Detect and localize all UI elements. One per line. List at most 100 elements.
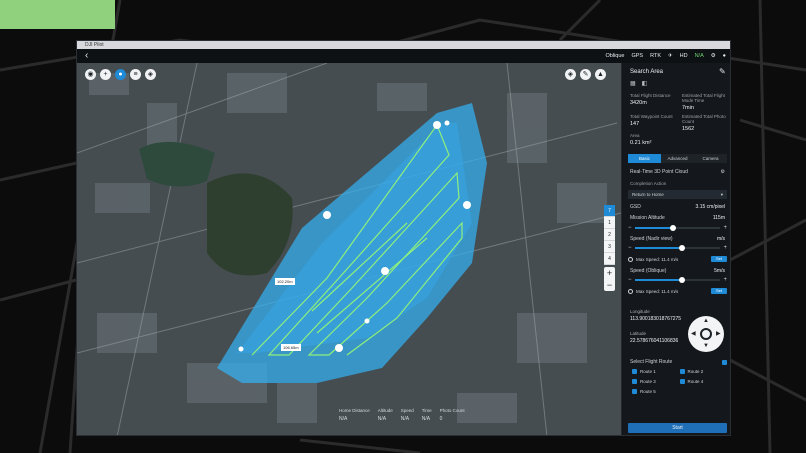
direction-pad[interactable]: ▲ ▼ ◀ ▶ bbox=[688, 316, 724, 352]
gsd-label: GSD bbox=[630, 204, 641, 210]
slider-knob[interactable] bbox=[678, 277, 685, 283]
route-item[interactable]: Route 1 bbox=[632, 369, 680, 374]
chevron-left-icon[interactable]: ‹ bbox=[85, 50, 88, 62]
route-item[interactable]: Route 5 bbox=[632, 389, 680, 394]
slider-fill bbox=[634, 247, 682, 249]
flight-stats: Home Distance N/A Altitude N/A Speed N/A Ti… bbox=[339, 408, 465, 422]
altitude-option[interactable]: 3 bbox=[604, 241, 615, 253]
route-checkbox[interactable] bbox=[632, 369, 637, 374]
speed-nadir-row: Speed (Nadir view) m/s bbox=[630, 236, 725, 242]
route-checkbox[interactable] bbox=[632, 379, 637, 384]
direction-icon[interactable]: ▲ bbox=[595, 69, 606, 80]
max-speed-radio[interactable] bbox=[628, 256, 633, 262]
battery-status: N/A bbox=[694, 53, 704, 59]
controller-icon: ✈ bbox=[668, 53, 673, 59]
stat-photo-count: Estimated Total Photo Count 1562 bbox=[682, 114, 728, 132]
increase-button[interactable]: + bbox=[723, 245, 727, 251]
start-button[interactable]: Start bbox=[628, 423, 727, 433]
gear-icon[interactable]: ⚙ bbox=[711, 53, 716, 59]
stat-label: Speed bbox=[400, 408, 414, 413]
decrease-button[interactable]: − bbox=[628, 225, 632, 231]
layers-icon[interactable]: ◈ bbox=[145, 69, 156, 80]
settings-tabs: Basic Advanced Camera bbox=[628, 154, 727, 163]
slider-knob[interactable] bbox=[670, 225, 677, 231]
slider-knob[interactable] bbox=[678, 245, 685, 251]
gps-status: GPS bbox=[631, 53, 644, 59]
satellite-map[interactable]: ◉ + ● ≡ ◈ ◈ ✎ ▲ 7 1 2 3 4 + − 102.20m 10… bbox=[77, 63, 621, 435]
edit-icon[interactable]: ✎ bbox=[580, 69, 591, 80]
slider-track[interactable] bbox=[634, 277, 721, 283]
longitude: Longitude 113.900183018767275 bbox=[630, 309, 681, 322]
stat-value: N/A bbox=[339, 416, 348, 422]
distance-label: 106.65m bbox=[281, 344, 301, 351]
longitude-value: 113.900183018767275 bbox=[630, 316, 682, 322]
route-item[interactable]: Route 3 bbox=[632, 379, 680, 384]
stat-value: 0 bbox=[439, 416, 443, 422]
map-canvas bbox=[77, 63, 621, 435]
user-icon[interactable]: ● bbox=[723, 53, 726, 59]
zoom-out-button[interactable]: − bbox=[604, 279, 615, 291]
arrow-left-icon[interactable]: ◀ bbox=[691, 330, 696, 337]
completion-action-select[interactable]: Return to Home ▾ bbox=[628, 190, 727, 199]
route-list: Route 1 Route 2 Route 3 Route 4 Route 5 bbox=[632, 369, 727, 394]
set-button[interactable]: Set bbox=[711, 256, 727, 262]
stat-waypoint-count: Total Waypoint Count 147 bbox=[630, 114, 676, 127]
route-item[interactable]: Route 2 bbox=[679, 369, 728, 374]
presentation-slide: DJI Pilot ‹ Oblique GPS RTK ✈ HD N/A ⚙ ● bbox=[0, 0, 806, 453]
area-icon[interactable]: ▦ bbox=[630, 80, 636, 87]
stat-value: N/A bbox=[400, 416, 410, 422]
route-checkbox[interactable] bbox=[632, 389, 637, 394]
mission-altitude-label: Mission Altitude bbox=[630, 215, 665, 221]
longitude-label: Longitude bbox=[630, 309, 650, 314]
increase-button[interactable]: + bbox=[723, 225, 727, 231]
map-tools-left: ◉ + ● ≡ ◈ bbox=[85, 69, 156, 80]
window-titlebar: DJI Pilot bbox=[77, 41, 730, 49]
altitude-option[interactable]: 4 bbox=[604, 253, 615, 265]
pen-icon[interactable]: ✎ bbox=[719, 67, 726, 76]
increase-button[interactable]: + bbox=[723, 277, 727, 283]
top-status-bar: ‹ Oblique GPS RTK ✈ HD N/A ⚙ ● bbox=[77, 49, 730, 63]
decrease-button[interactable]: − bbox=[628, 277, 632, 283]
stat-flight-time: Estimated Total Flight Mode Time 7min bbox=[682, 93, 728, 111]
decrease-button[interactable]: − bbox=[628, 245, 632, 251]
altitude-selector: 7 1 2 3 4 bbox=[604, 205, 615, 265]
arrow-up-icon[interactable]: ▲ bbox=[703, 318, 709, 324]
mode-label: Oblique bbox=[605, 53, 625, 59]
slider-track[interactable] bbox=[634, 245, 721, 251]
arrow-right-icon[interactable]: ▶ bbox=[716, 330, 721, 337]
visibility-icon[interactable]: ◉ bbox=[85, 69, 96, 80]
select-all-checkbox[interactable] bbox=[722, 359, 727, 365]
route-checkbox[interactable] bbox=[679, 379, 685, 384]
menu-icon[interactable]: ≡ bbox=[130, 69, 141, 80]
camera-icon[interactable]: ◧ bbox=[642, 80, 648, 87]
hd-status: HD bbox=[679, 53, 688, 59]
stat-value: N/A bbox=[377, 416, 387, 422]
route-label: Route 2 bbox=[687, 369, 704, 374]
set-button[interactable]: Set bbox=[711, 288, 727, 294]
mission-altitude-row: Mission Altitude 115m bbox=[630, 215, 725, 221]
tab-advanced[interactable]: Advanced bbox=[661, 154, 694, 163]
arrow-down-icon[interactable]: ▼ bbox=[703, 343, 709, 349]
route-item[interactable]: Route 4 bbox=[679, 379, 728, 384]
max-speed-text: Max Speed: 11.4 m/s bbox=[636, 256, 679, 262]
add-point-icon[interactable]: + bbox=[100, 69, 111, 80]
stat-total-distance: Total Flight Distance 3420m bbox=[630, 93, 676, 106]
center-button[interactable] bbox=[700, 328, 712, 340]
slider-track[interactable] bbox=[634, 225, 721, 231]
zoom-in-button[interactable]: + bbox=[604, 267, 615, 279]
stat-value: 7min bbox=[682, 105, 694, 111]
stat-label: Altitude bbox=[377, 408, 393, 413]
zoom-control: + − bbox=[604, 267, 615, 291]
point-cloud-label: Real-Time 3D Point Cloud bbox=[630, 169, 688, 175]
altitude-option[interactable]: 2 bbox=[604, 229, 615, 241]
altitude-option[interactable]: 7 bbox=[604, 205, 615, 217]
route-checkbox[interactable] bbox=[679, 369, 685, 374]
altitude-option[interactable]: 1 bbox=[604, 217, 615, 229]
max-speed-radio[interactable] bbox=[628, 288, 633, 294]
tab-basic[interactable]: Basic bbox=[628, 154, 661, 163]
layers-icon[interactable]: ◈ bbox=[565, 69, 576, 80]
stat-label: Estimated Total Flight Mode Time bbox=[682, 93, 725, 103]
settings-small-icon[interactable]: ⚙ bbox=[721, 169, 725, 175]
tab-camera[interactable]: Camera bbox=[694, 154, 727, 163]
location-icon[interactable]: ● bbox=[115, 69, 126, 80]
